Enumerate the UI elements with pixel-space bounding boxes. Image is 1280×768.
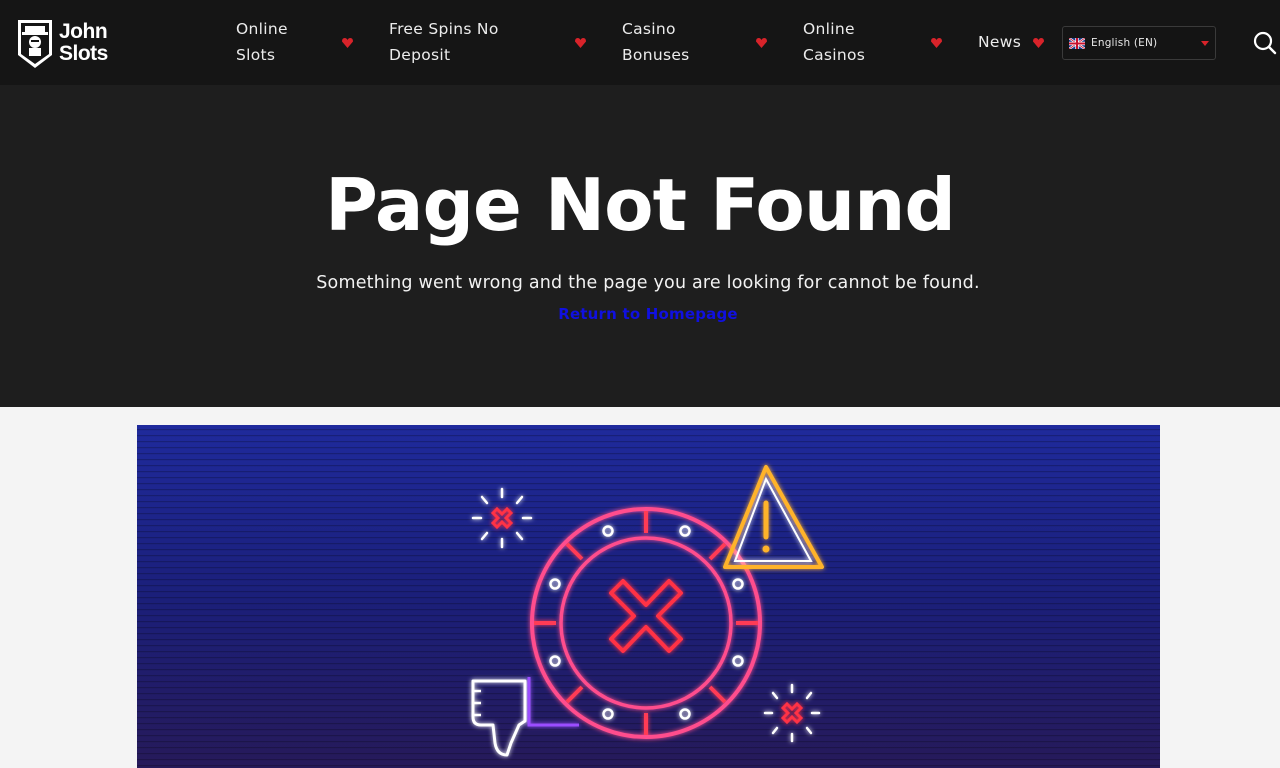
dropdown-arrow-icon: [1201, 41, 1209, 46]
nav-news[interactable]: News: [978, 29, 1021, 55]
nav-casino-bonuses[interactable]: Casino Bonuses: [622, 16, 690, 68]
nav-label: Casino: [622, 20, 676, 38]
chevron-down-icon[interactable]: [930, 37, 943, 49]
error-illustration: [137, 425, 1160, 768]
chevron-down-icon[interactable]: [1032, 37, 1045, 49]
brand-name-line1: John: [59, 20, 108, 43]
return-home-link[interactable]: Return to Homepage: [0, 305, 1280, 323]
chevron-down-icon[interactable]: [755, 37, 768, 49]
chevron-down-icon[interactable]: [574, 37, 587, 49]
nav-online-casinos[interactable]: Online Casinos: [803, 16, 865, 68]
site-header: John Slots Online Slots Free Spins No De…: [0, 0, 1280, 85]
site-logo[interactable]: John Slots: [16, 16, 121, 70]
brand-name: John Slots: [59, 21, 108, 65]
nav-free-spins-no-deposit[interactable]: Free Spins No Deposit: [389, 16, 499, 68]
uk-flag-icon: [1069, 37, 1085, 49]
search-icon: [1253, 31, 1277, 55]
language-select[interactable]: English (EN): [1062, 26, 1216, 60]
nav-online-slots[interactable]: Online Slots: [236, 16, 288, 68]
john-slots-logo-icon: [18, 20, 52, 68]
nav-label: Free Spins No: [389, 20, 499, 38]
nav-label: Bonuses: [622, 46, 690, 64]
nav-label: Casinos: [803, 46, 866, 64]
main-content: [0, 407, 1280, 768]
nav-label: Slots: [236, 46, 276, 64]
nav-label: News: [978, 33, 1022, 51]
error-message: Something went wrong and the page you ar…: [316, 273, 980, 293]
nav-label: Deposit: [389, 46, 451, 64]
error-hero: Page Not Found Something went wrong and …: [0, 85, 1280, 407]
search-button[interactable]: [1252, 30, 1278, 56]
brand-name-line2: Slots: [59, 42, 108, 65]
language-select-value: English (EN): [1091, 37, 1158, 49]
chevron-down-icon[interactable]: [341, 37, 354, 49]
page-title: Page Not Found: [325, 163, 956, 247]
nav-label: Online: [236, 20, 288, 38]
nav-label: Online: [803, 20, 855, 38]
